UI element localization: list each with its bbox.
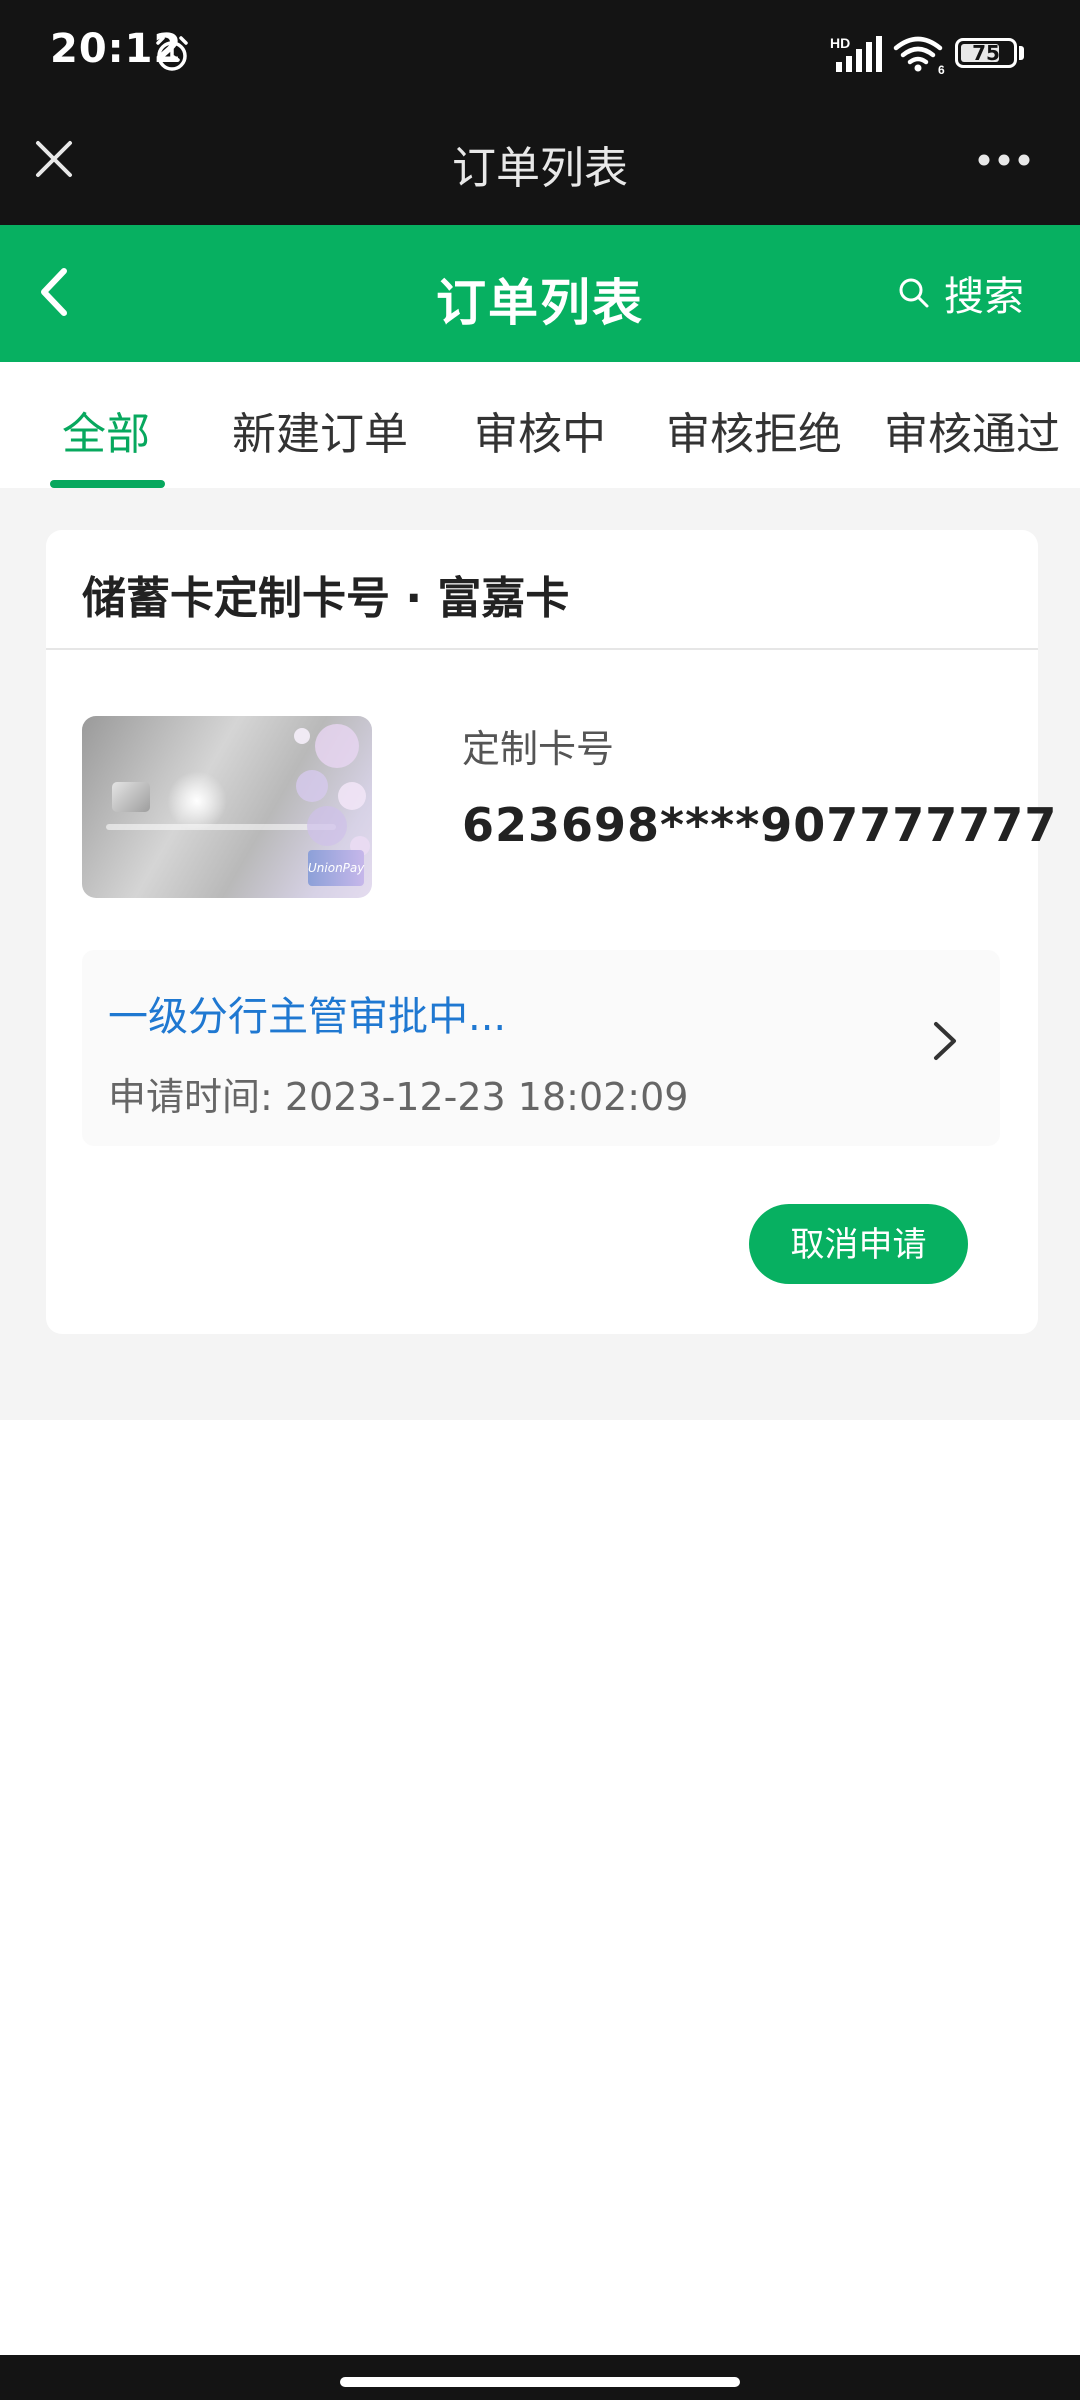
container-title: 订单列表 xyxy=(452,143,628,194)
tab-new-order[interactable]: 新建订单 xyxy=(232,398,408,462)
container-header: 订单列表 xyxy=(0,110,1080,225)
network-type-label: HD xyxy=(830,35,850,51)
card-number-value: 623698****907777777 xyxy=(462,798,1058,852)
alarm-icon xyxy=(156,36,188,71)
signal-icon: HD xyxy=(830,35,882,72)
order-card[interactable]: 储蓄卡定制卡号 · 富嘉卡 UnionPay 定制卡号 623698****90… xyxy=(46,530,1056,1334)
search-button[interactable]: 搜索 xyxy=(898,265,1024,321)
search-icon xyxy=(899,278,929,308)
app-header: 订单列表 搜索 xyxy=(0,225,1080,362)
card-number-label: 定制卡号 xyxy=(462,727,615,771)
chevron-right-icon[interactable] xyxy=(930,1018,960,1064)
home-indicator[interactable] xyxy=(340,2377,740,2387)
tab-all[interactable]: 全部 xyxy=(62,398,150,462)
cancel-application-button[interactable]: 取消申请 xyxy=(749,1204,968,1284)
battery-tip xyxy=(1019,46,1024,60)
bank-card-image: UnionPay xyxy=(82,716,372,898)
search-label: 搜索 xyxy=(944,274,1024,320)
battery-level: 75 xyxy=(972,41,1000,65)
more-icon[interactable] xyxy=(976,152,1032,168)
wifi-sub-label: 6 xyxy=(938,63,945,74)
approval-status-row[interactable]: 一级分行主管审批中... 申请时间: 2023-12-23 18:02:09 xyxy=(82,950,1000,1146)
order-title: 储蓄卡定制卡号 · 富嘉卡 xyxy=(82,573,570,624)
tab-rejected[interactable]: 审核拒绝 xyxy=(666,398,842,462)
apply-time: 申请时间: 2023-12-23 18:02:09 xyxy=(108,1075,689,1119)
navigation-bar xyxy=(0,2355,1080,2400)
active-tab-indicator xyxy=(50,480,165,488)
battery-indicator: 75 xyxy=(955,38,1017,68)
wifi-icon: 6 xyxy=(893,36,945,74)
tab-reviewing[interactable]: 审核中 xyxy=(474,398,606,462)
card-chip-icon xyxy=(112,782,150,812)
unionpay-logo: UnionPay xyxy=(308,850,364,886)
card-divider xyxy=(46,648,1038,650)
approval-status: 一级分行主管审批中... xyxy=(108,994,507,1040)
tab-approved[interactable]: 审核通过 xyxy=(884,398,1060,462)
status-bar: 20:12 HD 6 75 xyxy=(0,0,1080,110)
filter-tabs: 全部 新建订单 审核中 审核拒绝 审核通过 xyxy=(0,362,1080,488)
